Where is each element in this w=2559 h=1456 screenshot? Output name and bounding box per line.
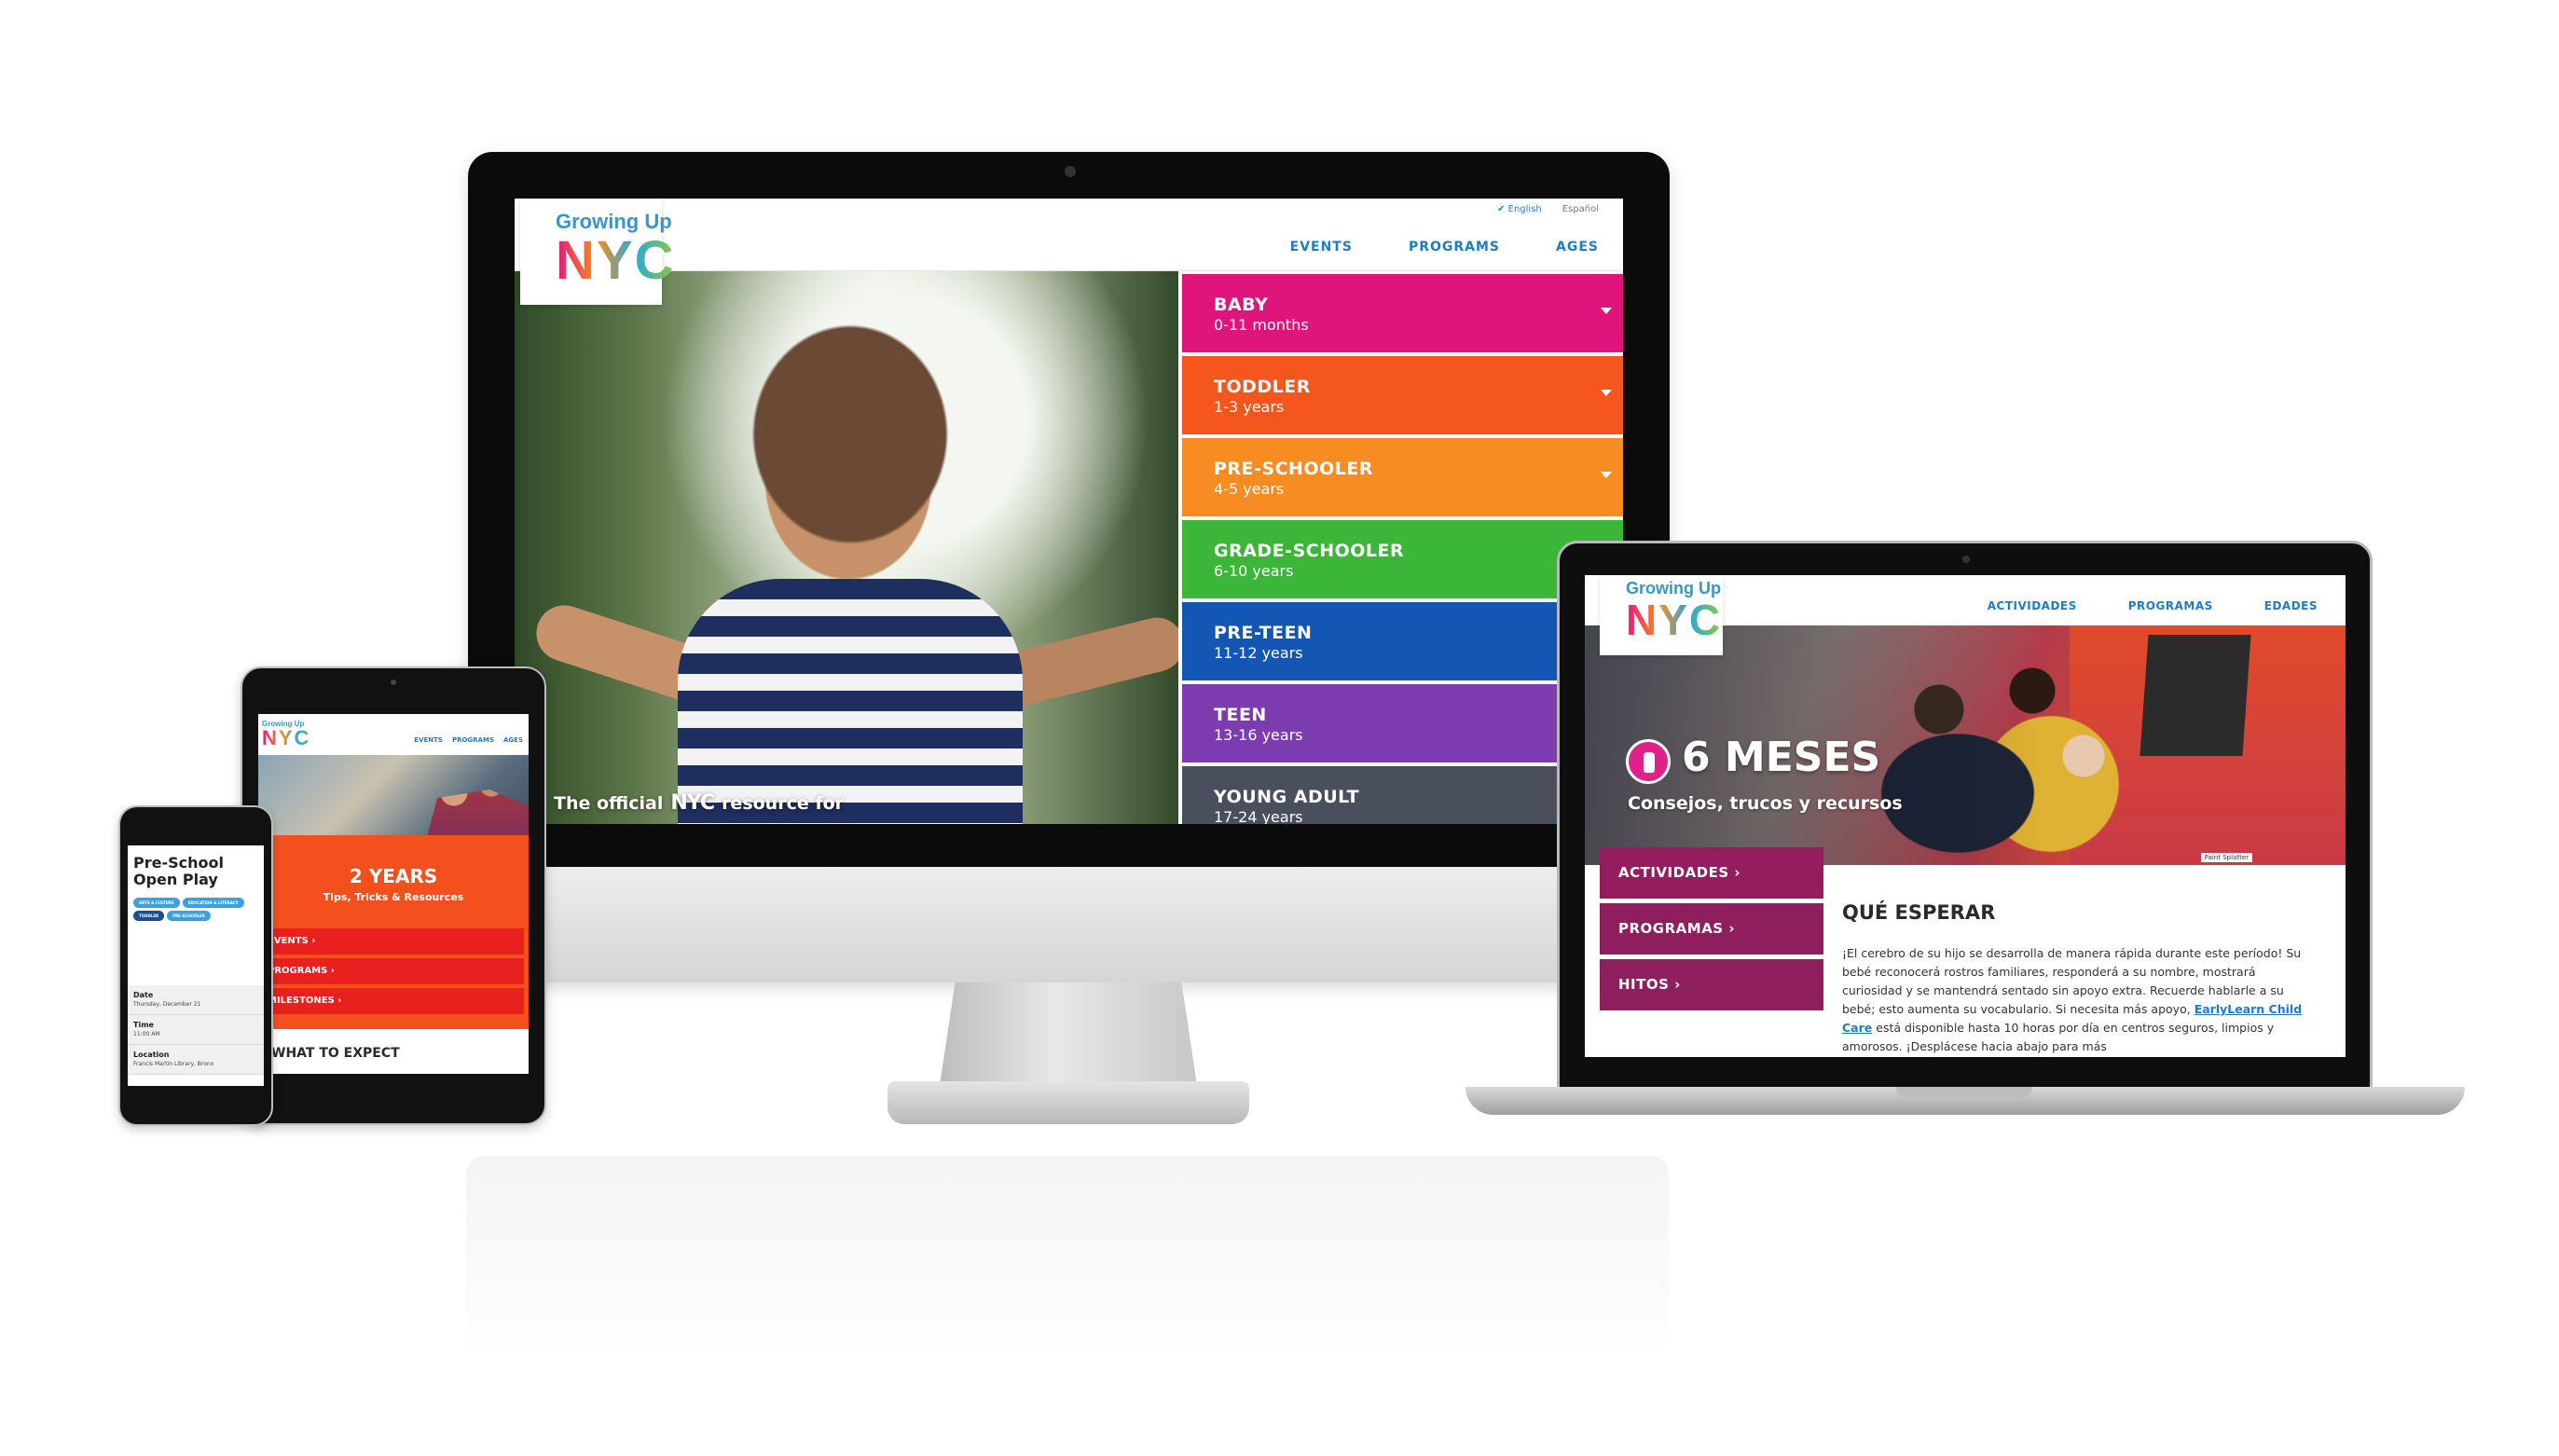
main-nav: EVENTS PROGRAMS AGES — [414, 736, 523, 744]
main-nav: EVENTS PROGRAMS AGES — [1290, 240, 1599, 254]
detail-date: Date Thursday, December 21 — [128, 985, 264, 1015]
section-body: ¡El cerebro de su hijo se desarrolla de … — [1842, 944, 2308, 1056]
tagline-text: resource for — [722, 793, 845, 814]
detail-label: Location — [133, 1051, 170, 1059]
tagline-text: The official — [554, 793, 664, 814]
bottle-icon — [1626, 739, 1671, 784]
section-menu: ACTIVIDADES › PROGRAMAS › HITOS › — [1600, 847, 1823, 1015]
nav-events[interactable]: EVENTS — [1290, 240, 1353, 254]
phone-screen: Pre-School Open Play ARTS & CULTURE EDUC… — [128, 845, 264, 1086]
event-details: Date Thursday, December 21 Time 11:00 AM… — [128, 985, 264, 1075]
photo-credit: Paint Splatter — [2200, 853, 2252, 862]
detail-label: Date — [133, 991, 154, 999]
site-logo[interactable]: Growing Up NYC — [262, 720, 318, 759]
detail-label: Time — [133, 1021, 154, 1029]
site-logo[interactable]: Growing Up NYC — [520, 199, 673, 305]
tablet-camera — [391, 680, 396, 685]
menu-actividades[interactable]: ACTIVIDADES › — [1600, 847, 1823, 899]
chevron-down-icon[interactable] — [1601, 390, 1612, 396]
laptop-screen: 6 MESES Consejos, trucos y recursos Pain… — [1585, 575, 2346, 1057]
section-heading: WHAT TO EXPECT — [271, 1046, 400, 1061]
nav-programs[interactable]: PROGRAMS — [452, 736, 494, 744]
detail-location: Location Francis Martin Library, Bronx — [128, 1045, 264, 1075]
body-text: está disponible hasta 10 horas por día e… — [1842, 1021, 2275, 1053]
hero-child-shirt — [678, 579, 1023, 824]
age-range: 0-11 months — [1214, 316, 1309, 334]
nyc-mark: NYC — [670, 791, 715, 815]
site-header — [515, 199, 1623, 271]
event-title: Pre-School Open Play — [133, 854, 224, 888]
nav-programas[interactable]: PROGRAMAS — [2128, 599, 2213, 612]
main-nav: ACTIVIDADES PROGRAMAS EDADES — [1988, 599, 2318, 612]
tag-arts-culture[interactable]: ARTS & CULTURE — [133, 898, 180, 908]
menu-programas[interactable]: PROGRAMAS › — [1600, 903, 1823, 955]
tablet-screen: Growing Up NYC EVENTS PROGRAMS AGES 2 YE… — [258, 714, 529, 1074]
nav-events[interactable]: EVENTS — [414, 736, 443, 744]
age-title: 2 YEARS — [349, 865, 438, 887]
detail-value: Thursday, December 21 — [133, 1001, 201, 1008]
tag-education-literacy[interactable]: EDUCATION & LITERACY — [182, 898, 244, 908]
nav-ages[interactable]: AGES — [1556, 240, 1599, 254]
age-name: PRE-SCHOOLER — [1214, 459, 1373, 479]
monitor-reflection — [466, 1156, 1669, 1361]
lang-english-link[interactable]: ✔ English — [1497, 204, 1542, 214]
section-menu: EVENTS › PROGRAMS › MILESTONES › — [258, 928, 524, 1018]
menu-milestones[interactable]: MILESTONES › — [258, 988, 524, 1014]
age-name: BABY — [1214, 295, 1269, 315]
event-tags: ARTS & CULTURE EDUCATION & LITERACY TODD… — [133, 898, 260, 921]
chevron-down-icon[interactable] — [1601, 308, 1612, 314]
age-name: TODDLER — [1214, 377, 1311, 397]
nav-actividades[interactable]: ACTIVIDADES — [1988, 599, 2077, 612]
age-subtitle: Tips, Tricks & Resources — [323, 891, 464, 903]
nav-ages[interactable]: AGES — [503, 736, 523, 744]
age-range: 4-5 years — [1214, 480, 1285, 498]
tag-pre-schooler[interactable]: PRE-SCHOOLER — [167, 911, 211, 921]
age-item-baby[interactable]: BABY 0-11 months — [1182, 274, 1623, 352]
monitor-stand-base — [887, 1081, 1249, 1124]
detail-value: Francis Martin Library, Bronx — [133, 1061, 214, 1067]
desktop-screen: Growing Up NYC ✔ English Español EVENTS … — [515, 199, 1623, 824]
menu-events[interactable]: EVENTS › — [258, 928, 524, 955]
monitor-camera — [1065, 166, 1076, 177]
tag-toddler[interactable]: TODDLER — [133, 911, 165, 921]
age-range: 1-3 years — [1214, 398, 1285, 416]
nav-edades[interactable]: EDADES — [2264, 599, 2318, 612]
age-subtitle: Consejos, trucos y recursos — [1628, 793, 1903, 814]
laptop-notch — [1896, 1087, 2032, 1098]
nav-programs[interactable]: PROGRAMS — [1409, 240, 1500, 254]
detail-time: Time 11:00 AM — [128, 1015, 264, 1045]
section-heading: QUÉ ESPERAR — [1842, 901, 1996, 924]
lang-spanish-link[interactable]: Español — [1562, 204, 1599, 214]
detail-value: 11:00 AM — [133, 1031, 160, 1037]
hero-image: 6 MESES Consejos, trucos y recursos Pain… — [1585, 625, 2346, 865]
logo-wordmark-nyc: NYC — [262, 728, 318, 749]
menu-hitos[interactable]: HITOS › — [1600, 959, 1823, 1010]
hero-image: The official NYC resource for — [515, 271, 1178, 824]
chevron-down-icon[interactable] — [1601, 472, 1612, 478]
age-item-toddler[interactable]: TODDLER 1-3 years — [1182, 356, 1623, 434]
hero-tagline: The official NYC resource for — [554, 791, 844, 815]
site-logo[interactable]: Growing Up NYC — [1600, 575, 1723, 655]
monitor-stand — [940, 982, 1197, 1085]
logo-wordmark-nyc: NYC — [556, 230, 676, 291]
monitor-chin — [468, 867, 1670, 982]
menu-programs[interactable]: PROGRAMS › — [258, 958, 524, 984]
age-title: 6 MESES — [1682, 734, 1881, 781]
language-switcher: ✔ English Español — [1497, 204, 1599, 214]
laptop-camera — [1962, 556, 1970, 563]
age-item-pre-schooler[interactable]: PRE-SCHOOLER 4-5 years — [1182, 438, 1623, 516]
logo-wordmark-nyc: NYC — [1626, 596, 1723, 644]
